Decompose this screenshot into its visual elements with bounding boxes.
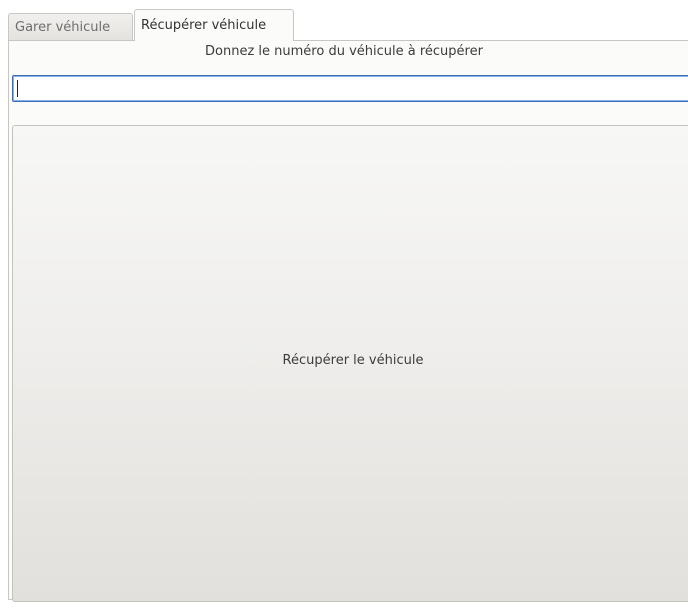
retrieve-vehicle-button-label: Récupérer le véhicule <box>282 353 424 368</box>
retrieve-vehicle-button[interactable]: Récupérer le véhicule <box>12 125 688 602</box>
vehicle-number-input[interactable] <box>12 75 688 102</box>
tab-label: Garer véhicule <box>15 20 111 35</box>
tab-recuperer-vehicule[interactable]: Récupérer véhicule <box>134 9 294 41</box>
vehicle-number-prompt: Donnez le numéro du véhicule à récupérer <box>205 44 483 59</box>
app-window: Garer véhicule Récupérer véhicule Donnez… <box>0 0 688 609</box>
tab-label: Récupérer véhicule <box>141 18 267 33</box>
tab-bar: Garer véhicule Récupérer véhicule <box>8 9 294 41</box>
text-caret <box>17 80 18 97</box>
tab-garer-vehicule[interactable]: Garer véhicule <box>8 13 133 41</box>
